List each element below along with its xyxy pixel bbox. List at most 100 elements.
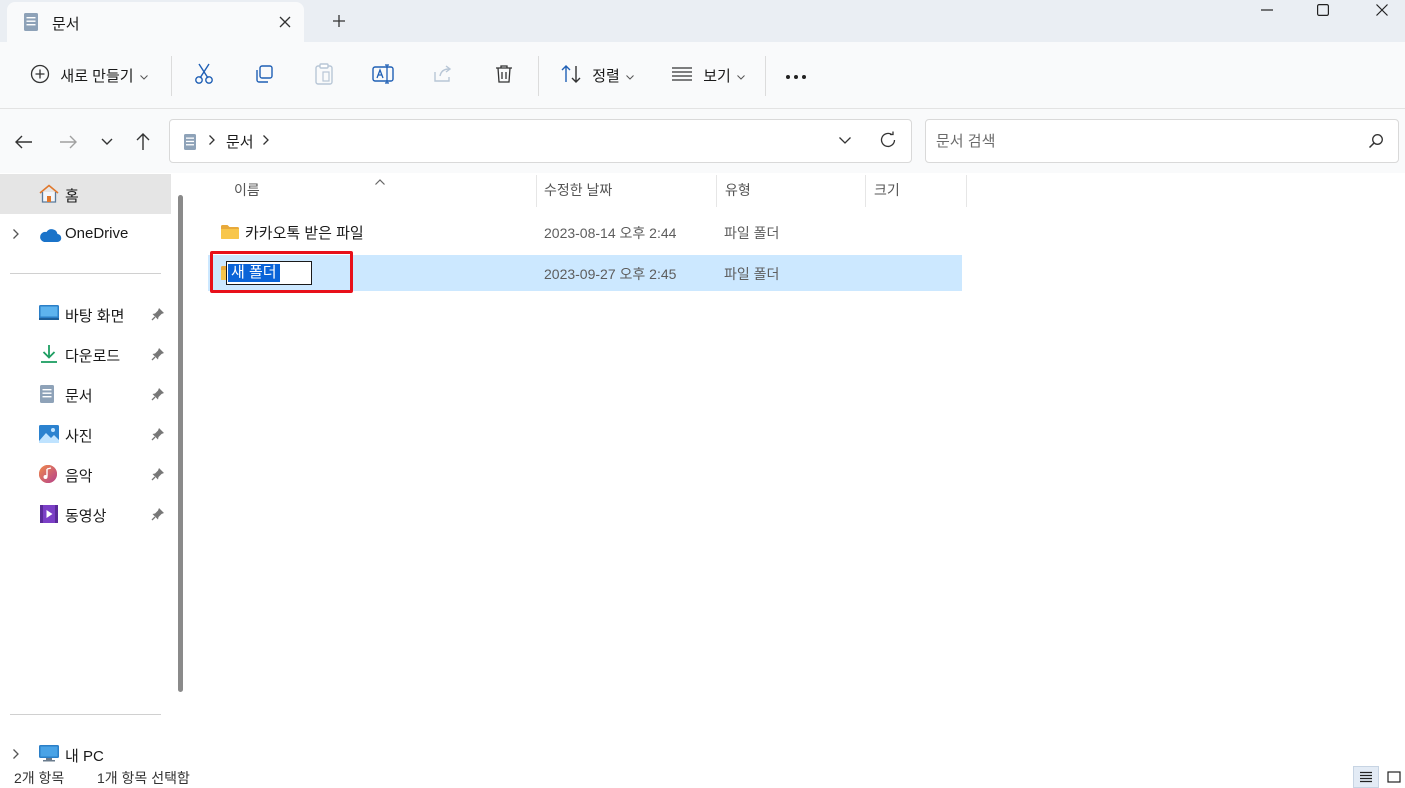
command-divider [171,56,172,96]
tiles-view-icon[interactable] [1381,766,1405,788]
new-tab-icon[interactable] [326,8,352,34]
add-icon [30,64,50,87]
computer-icon [38,744,60,764]
nav-item-pictures[interactable]: 사진 [0,414,171,454]
nav-item-documents[interactable]: 문서 [0,374,171,414]
command-divider [538,56,539,96]
nav-item-music[interactable]: 음악 [0,454,171,494]
column-header-size[interactable]: 크기 [874,173,900,207]
sort-ascending-caret-icon [374,173,386,189]
item-count: 2개 항목 [14,770,65,786]
tab-close-icon[interactable] [273,10,297,34]
copy-button[interactable] [246,56,282,94]
column-divider[interactable] [536,175,537,207]
view-list-icon [671,66,693,85]
pin-icon[interactable] [151,347,165,364]
file-modified-date: 2023-08-14 오후 2:44 [544,225,677,241]
nav-item-this-pc[interactable]: 내 PC [0,734,171,766]
nav-divider [10,714,161,715]
file-type: 파일 폴더 [724,225,780,241]
nav-item-onedrive[interactable]: OneDrive [0,214,171,254]
nav-item-label: OneDrive [65,225,129,242]
rename-selected-text: 새 폴더 [228,264,280,282]
pin-icon[interactable] [151,387,165,404]
delete-icon [495,64,513,87]
search-input[interactable] [936,130,1356,152]
list-item[interactable]: 카카오톡 받은 파일 2023-08-14 오후 2:44 파일 폴더 [208,214,962,250]
recent-locations-chevron-icon[interactable] [93,128,121,156]
nav-item-label: 사진 [65,428,93,445]
maximize-icon[interactable] [1300,0,1346,20]
title-bar: 문서 [0,0,1405,42]
command-bar: 새로 만들기 정렬 보기 [0,42,1405,109]
delete-button[interactable] [486,56,522,94]
rename-input[interactable]: 새 폴더 [226,261,312,285]
search-icon[interactable] [1368,133,1384,152]
file-type: 파일 폴더 [724,266,780,282]
onedrive-cloud-icon [38,224,62,244]
view-button-label: 보기 [703,67,731,85]
paste-button[interactable] [306,56,342,94]
pin-icon[interactable] [151,307,165,324]
nav-item-label: 바탕 화면 [65,308,125,325]
details-view-icon[interactable] [1353,766,1379,788]
more-button[interactable] [778,56,814,94]
close-icon[interactable] [1359,0,1405,20]
nav-scrollbar-thumb[interactable] [178,195,183,692]
column-divider[interactable] [966,175,967,207]
nav-item-label: 홈 [65,188,79,205]
breadcrumb-chevron-icon[interactable] [262,133,270,149]
minimize-icon[interactable] [1244,0,1290,20]
breadcrumb-chevron-icon[interactable] [208,133,216,149]
command-divider [765,56,766,96]
folder-icon [220,224,240,243]
new-button[interactable]: 새로 만들기 [20,56,158,94]
videos-icon [38,504,60,524]
share-icon [432,64,454,87]
rename-icon [372,63,394,87]
rename-button[interactable] [365,56,401,94]
view-button[interactable]: 보기 [664,56,752,94]
nav-item-label: 내 PC [65,748,104,765]
expand-chevron-icon[interactable] [12,747,20,763]
refresh-icon[interactable] [878,130,898,153]
nav-divider [10,273,161,274]
new-button-label: 새로 만들기 [60,67,134,85]
breadcrumb-documents[interactable]: 문서 [226,131,254,152]
address-row: 문서 [0,109,1405,173]
documents-icon [38,384,60,404]
back-arrow-icon[interactable] [10,128,38,156]
nav-item-videos[interactable]: 동영상 [0,494,171,534]
column-divider[interactable] [865,175,866,207]
share-button[interactable] [425,56,461,94]
more-icon [785,67,807,83]
column-header-modified[interactable]: 수정한 날짜 [544,173,612,207]
home-icon [38,184,60,204]
pin-icon[interactable] [151,467,165,484]
sort-button[interactable]: 정렬 [552,56,642,94]
up-arrow-icon[interactable] [129,128,157,156]
nav-item-label: 음악 [65,468,93,485]
column-header-name[interactable]: 이름 [234,173,260,207]
search-box[interactable] [925,119,1399,163]
column-divider[interactable] [716,175,717,207]
pin-icon[interactable] [151,427,165,444]
nav-item-downloads[interactable]: 다운로드 [0,334,171,374]
file-modified-date: 2023-09-27 오후 2:45 [544,266,677,282]
nav-item-desktop[interactable]: 바탕 화면 [0,294,171,334]
expand-chevron-icon[interactable] [12,227,20,243]
copy-icon [254,64,274,87]
nav-item-home[interactable]: 홈 [0,174,171,214]
pin-icon[interactable] [151,507,165,524]
column-header-type[interactable]: 유형 [725,173,751,207]
cut-button[interactable] [186,56,222,94]
documents-icon [183,133,197,154]
tab-documents[interactable]: 문서 [7,2,304,42]
status-bar: 2개 항목 1개 항목 선택함 [0,766,1405,788]
cut-icon [194,63,214,88]
address-history-chevron-icon[interactable] [838,133,852,150]
address-bar[interactable]: 문서 [169,119,912,163]
nav-item-label: 문서 [65,388,93,405]
chevron-down-icon [736,67,745,83]
forward-arrow-icon[interactable] [54,128,82,156]
